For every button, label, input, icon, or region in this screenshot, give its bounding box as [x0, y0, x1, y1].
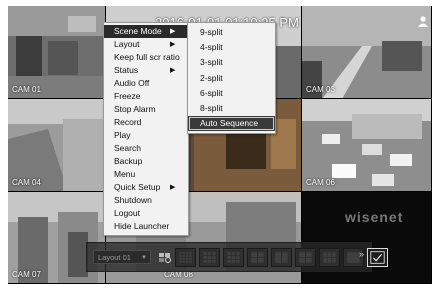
menu-item-label: Search [114, 143, 141, 153]
menu-item-shutdown[interactable]: Shutdown [104, 194, 188, 207]
grid-icon [275, 252, 288, 263]
menu-item-label: Freeze [114, 91, 141, 101]
menu-item-label: Quick Setup [114, 182, 161, 192]
camera-tile-04[interactable]: CAM 04 [8, 99, 106, 192]
menu-item-label: Backup [114, 156, 143, 166]
split-layout-button[interactable] [271, 248, 292, 267]
menu-item-label: Scene Mode [114, 26, 162, 36]
menu-item-label: Record [114, 117, 142, 127]
grid-icon [251, 252, 264, 263]
auto-sequence-icon [370, 251, 385, 264]
grid-icon [299, 252, 312, 263]
menu-item-label: Shutdown [114, 195, 152, 205]
submenu-item-auto-sequence[interactable]: Auto Sequence [188, 116, 275, 132]
cam-label: CAM 01 [12, 85, 41, 94]
grid-icon [203, 252, 216, 263]
split-layout-button[interactable] [247, 248, 268, 267]
menu-item-menu[interactable]: Menu [104, 168, 188, 181]
launcher-bar: Layout 01 ▼ » [86, 242, 388, 272]
menu-item-quick-setup[interactable]: Quick Setup ▶ [104, 181, 188, 194]
context-menu: Scene Mode ▶ Layout ▶ Keep full scr ratio Sta… [103, 22, 189, 236]
chevron-right-icon: ▶ [170, 67, 176, 74]
layout-settings-icon[interactable] [157, 249, 172, 265]
menu-item-keep-full-scr-ratio[interactable]: Keep full scr ratio [104, 51, 188, 64]
menu-item-stop-alarm[interactable]: Stop Alarm [104, 103, 188, 116]
menu-item-label: Play [114, 130, 131, 140]
menu-item-label: Audio Off [114, 78, 150, 88]
menu-item-label: Logout [114, 208, 140, 218]
user-icon[interactable] [417, 15, 429, 27]
brand-watermark: wisenet [345, 209, 404, 225]
layout-select[interactable]: Layout 01 ▼ [93, 250, 151, 264]
menu-item-hide-launcher[interactable]: Hide Launcher [104, 220, 188, 233]
submenu-item-9-split[interactable]: 9-split [188, 25, 275, 40]
grid-icon [179, 252, 192, 263]
cam-label: CAM 03 [306, 85, 335, 94]
scene-mode-submenu: 9-split 4-split 3-split 2-split 6-split 8-spl… [187, 22, 276, 135]
menu-item-label: Menu [114, 169, 136, 179]
menu-item-label: Keep full scr ratio [114, 52, 180, 62]
menu-item-freeze[interactable]: Freeze [104, 90, 188, 103]
menu-item-search[interactable]: Search [104, 142, 188, 155]
menu-item-play[interactable]: Play [104, 129, 188, 142]
cam-label: CAM 06 [306, 178, 335, 187]
chevron-right-icon: ▶ [170, 41, 176, 48]
camera-tile-06[interactable]: CAM 06 [302, 99, 432, 192]
grid-icon [227, 252, 240, 263]
menu-item-backup[interactable]: Backup [104, 155, 188, 168]
menu-item-label: Hide Launcher [114, 221, 170, 231]
menu-item-status[interactable]: Status ▶ [104, 64, 188, 77]
submenu-item-3-split[interactable]: 3-split [188, 55, 275, 70]
submenu-item-2-split[interactable]: 2-split [188, 71, 275, 86]
submenu-item-8-split[interactable]: 8-split [188, 101, 275, 116]
split-layout-button[interactable] [295, 248, 316, 267]
submenu-item-4-split[interactable]: 4-split [188, 40, 275, 55]
cam-label: CAM 04 [12, 178, 41, 187]
split-layout-button[interactable] [199, 248, 220, 267]
menu-item-scene-mode[interactable]: Scene Mode ▶ [104, 25, 188, 38]
launcher-more-button[interactable]: » [359, 249, 364, 259]
layout-select-value: Layout 01 [98, 253, 131, 262]
menu-item-label: Status [114, 65, 139, 75]
camera-tile-03[interactable]: CAM 03 [302, 6, 432, 99]
chevron-right-icon: ▶ [170, 184, 176, 191]
split-layout-button[interactable] [319, 248, 340, 267]
camera-tile-01[interactable]: CAM 01 [8, 6, 106, 99]
menu-item-layout[interactable]: Layout ▶ [104, 38, 188, 51]
chevron-right-icon: ▶ [170, 28, 176, 35]
grid-icon [323, 252, 336, 263]
menu-item-record[interactable]: Record [104, 116, 188, 129]
menu-item-logout[interactable]: Logout [104, 207, 188, 220]
split-layout-button[interactable] [223, 248, 244, 267]
menu-item-label: Stop Alarm [114, 104, 156, 114]
cam-label: CAM 07 [12, 270, 41, 279]
split-layout-button[interactable] [175, 248, 196, 267]
split-layout-button[interactable] [367, 248, 388, 267]
chevron-down-icon: ▼ [141, 255, 147, 261]
menu-item-audio-off[interactable]: Audio Off [104, 77, 188, 90]
submenu-item-6-split[interactable]: 6-split [188, 86, 275, 101]
menu-item-label: Layout [114, 39, 140, 49]
